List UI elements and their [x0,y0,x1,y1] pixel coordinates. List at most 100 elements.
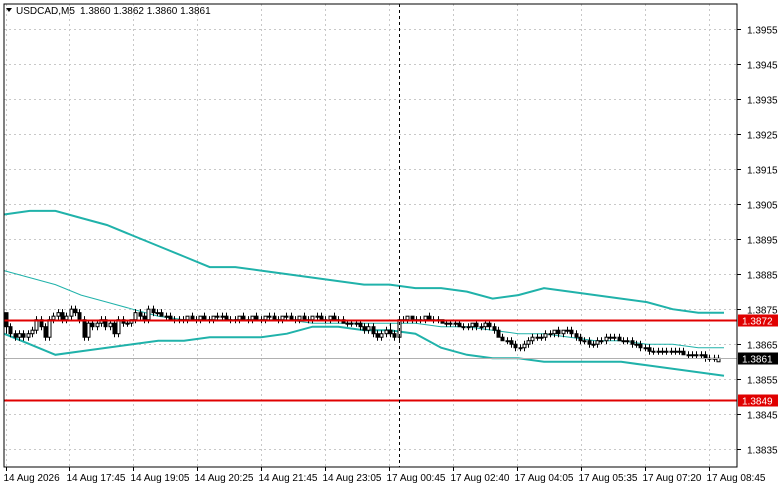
ohlc-label: 1.3860 1.3862 1.3860 1.3861 [80,6,211,17]
candle-body [77,312,82,321]
y-tick-label: 1.3845 [747,411,778,422]
candle-body [612,336,617,339]
candle-body [375,333,380,338]
y-tick-label: 1.3945 [747,61,778,72]
level-price-label: 1.3849 [742,397,773,408]
candle-body [543,333,548,338]
candle-body [660,350,665,353]
candle-body [220,315,225,318]
candle-body [604,336,609,342]
x-tick-label: 17 Aug 08:45 [707,473,766,484]
y-tick-label: 1.3895 [747,236,778,247]
candle-body [703,354,708,359]
candle-body [483,322,488,328]
candle-body [565,329,570,332]
candle-body [388,329,393,335]
candle-body [474,322,479,328]
candle-body [699,354,704,357]
candle-body [630,340,635,345]
candle-body [392,333,397,338]
current-price-label: 1.3861 [742,355,773,366]
candle-body [690,354,695,357]
candle-body [384,329,389,335]
candle-body [289,315,294,321]
y-tick-label: 1.3855 [747,376,778,387]
y-tick-label: 1.3885 [747,271,778,282]
candle-body [371,326,376,335]
candle-body [116,319,121,335]
candle-body [159,312,164,317]
candle-body [125,322,130,325]
candle-body [673,350,678,353]
candle-body [461,326,466,329]
candle-body [522,343,527,349]
candle-body [168,315,173,321]
candle-body [8,326,13,335]
candle-body [185,315,190,321]
candle-body [561,329,566,335]
price-chart[interactable]: 1.38721.38491.3861 1.39551.39451.39351.3… [0,0,781,489]
candle-body [535,336,540,339]
candle-body [30,329,35,335]
candle-body [599,340,604,343]
x-tick-label: 17 Aug 04:05 [515,473,574,484]
candle-body [90,322,95,328]
candle-body [608,336,613,339]
x-tick-label: 14 Aug 21:45 [259,473,318,484]
axes: 1.3955 1.3945 1.3935 1.3925 1.3915 1.3905 1.38… [3,3,778,484]
candle-body [518,347,523,350]
candle-body [332,315,337,321]
candle-body [505,340,510,343]
x-tick-label: 14 Aug 2026 [4,473,61,484]
y-tick-label: 1.3935 [747,96,778,107]
candle-body [155,312,160,315]
candle-body [366,326,371,331]
candle-body [379,333,384,338]
candle-body [21,333,26,338]
candle-body [405,315,410,321]
candle-body [354,322,359,325]
x-tick-label: 14 Aug 19:05 [131,473,190,484]
candle-body [202,315,207,321]
candle-body [315,315,320,318]
candle-body [60,312,65,321]
candle-body [479,326,484,329]
candle-body [638,343,643,349]
candle-body [621,340,626,343]
candle-body [284,315,289,318]
candle-body [448,322,453,325]
candle-body [297,315,302,321]
candle-body [26,333,31,338]
x-tick-label: 17 Aug 05:35 [579,473,638,484]
candle-body [345,322,350,325]
candle-body [496,329,501,338]
candle-body [552,329,557,335]
candle-body [423,315,428,321]
candle-body [500,336,505,342]
x-tick-label: 17 Aug 07:20 [643,473,702,484]
candle-body [263,315,268,321]
candle-body [556,329,561,335]
candle-body [595,340,600,345]
candle-body [530,336,535,342]
candle-body [51,315,56,321]
chart-header: USDCAD,M5 1.3860 1.3862 1.3860 1.3861 [6,6,211,17]
candle-body [43,326,48,338]
candle-body [466,326,471,329]
x-tick-label: 17 Aug 00:45 [387,473,446,484]
candle-body [267,315,272,318]
candle-body [617,336,622,342]
candle-body [328,315,333,321]
candle-body [241,315,246,321]
candle-body [569,329,574,335]
candle-body [669,350,674,353]
candle-body [151,308,156,314]
candle-body [574,333,579,338]
candle-body [146,308,151,321]
chart-grid [4,4,737,467]
candle-body [513,343,518,349]
candle-body [272,315,277,321]
x-tick-label: 14 Aug 23:05 [323,473,382,484]
candle-body [647,347,652,352]
candle-body [634,343,639,346]
